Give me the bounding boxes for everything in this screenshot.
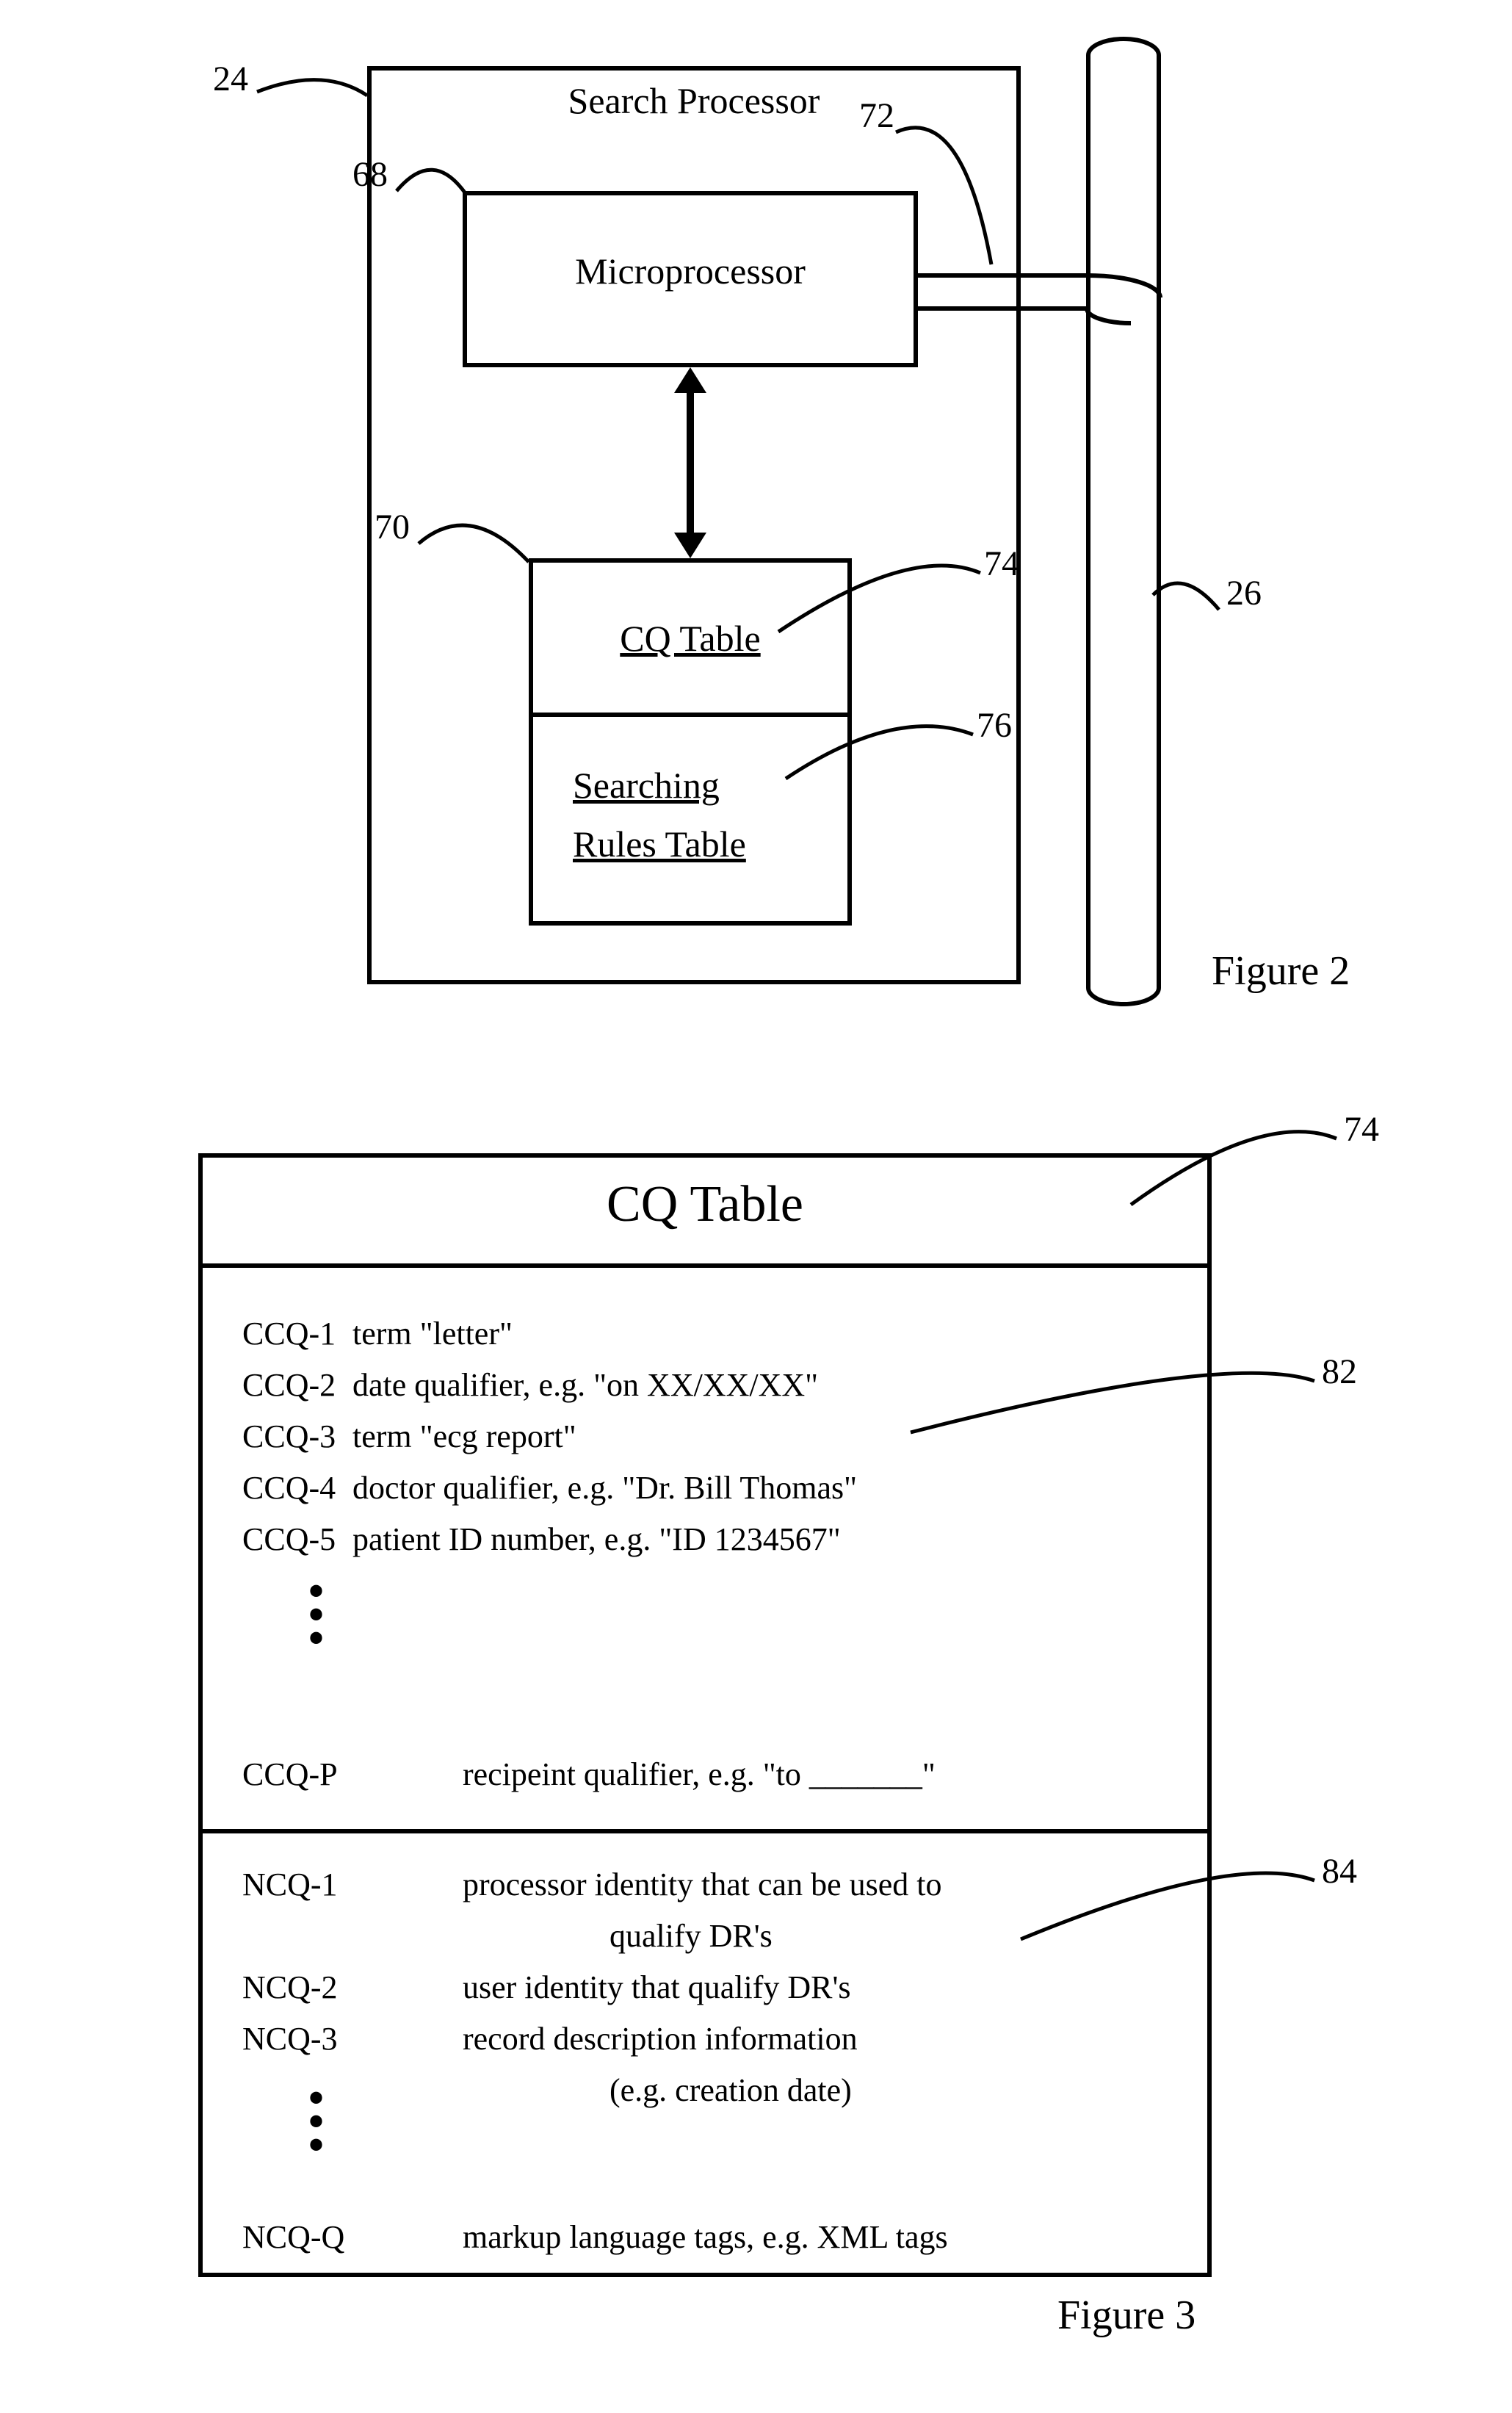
label-82: 82 bbox=[1322, 1352, 1357, 1392]
label-74b: 74 bbox=[1344, 1109, 1379, 1150]
figure-3-caption: Figure 3 bbox=[1057, 2292, 1196, 2339]
diagram-canvas: Search Processor Microprocessor CQ Table… bbox=[29, 29, 1483, 2384]
label-84: 84 bbox=[1322, 1851, 1357, 1891]
fig3-leaders bbox=[29, 29, 1498, 2380]
